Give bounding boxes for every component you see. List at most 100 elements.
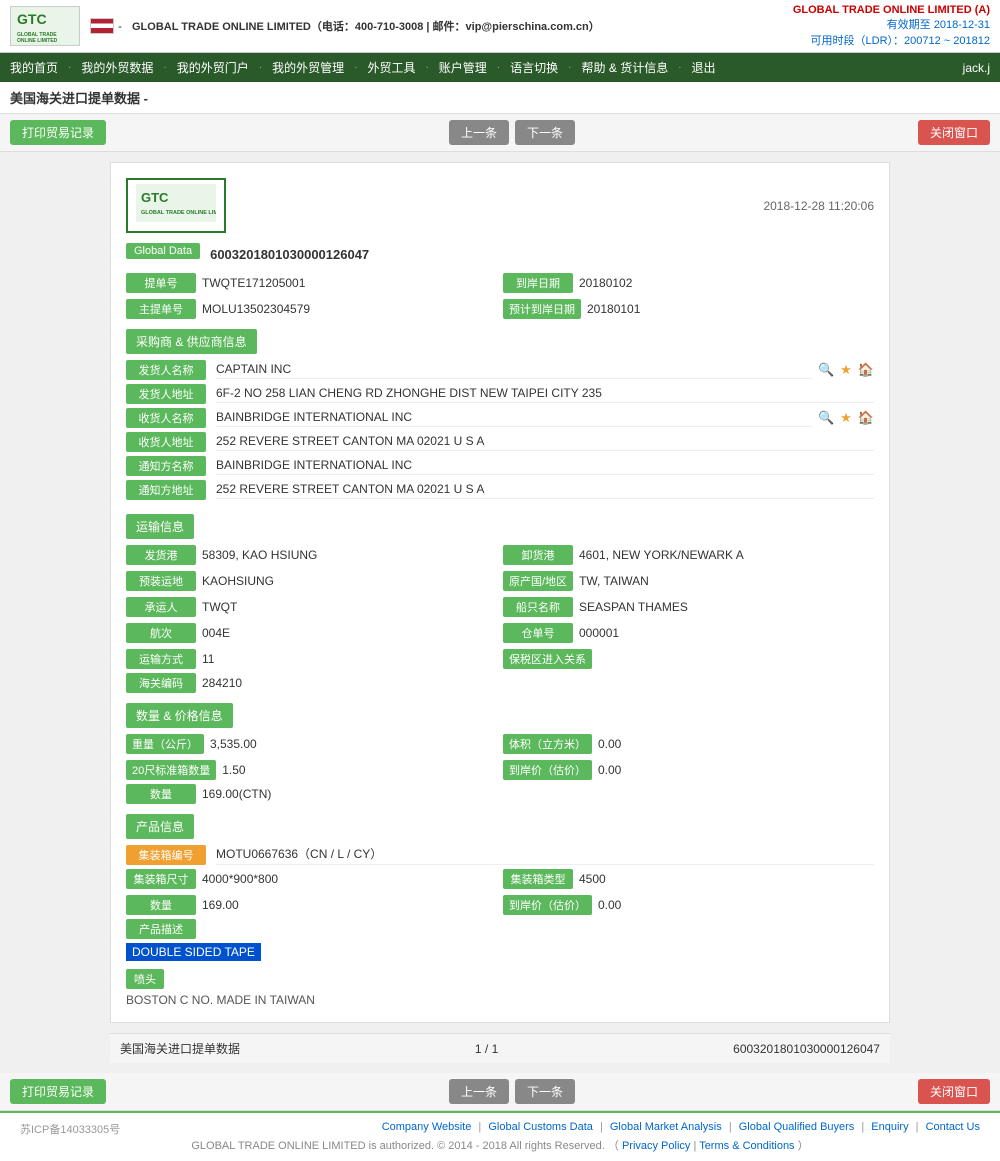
shipper-addr-label: 发货人地址 (126, 384, 206, 404)
container-size-value: 4000*900*800 (202, 872, 278, 886)
star-icon[interactable]: ★ (840, 362, 852, 378)
home-icon[interactable]: 🏠 (858, 362, 874, 378)
page-title-bar: 美国海关进口提单数据 - (0, 82, 1000, 114)
est-arrival-field: 预计到岸日期 20180101 (503, 299, 874, 319)
global-data-badge: Global Data (126, 243, 200, 259)
nav-tools[interactable]: 外贸工具 (357, 53, 425, 82)
container-type-field: 集装箱类型 4500 (503, 869, 874, 889)
container-size-field: 集装箱尺寸 4000*900*800 (126, 869, 497, 889)
bottom-prev-button[interactable]: 上一条 (449, 1079, 509, 1104)
weight-label: 重量（公斤） (126, 734, 204, 754)
logo-image: GTC GLOBAL TRADE ONLINE LIMITED (10, 6, 80, 46)
pagination-source: 美国海关进口提单数据 (120, 1040, 240, 1057)
container-type-value: 4500 (579, 872, 606, 886)
carrier-field: 承运人 TWQT (126, 597, 497, 617)
storage-no-label: 仓单号 (503, 623, 573, 643)
bottom-print-button[interactable]: 打印贸易记录 (10, 1079, 106, 1104)
notify-name-row: 通知方名称 BAINBRIDGE INTERNATIONAL INC (126, 456, 874, 476)
footer-link-company[interactable]: Company Website (382, 1121, 472, 1133)
nav-help[interactable]: 帮助 & 货计信息 (572, 53, 679, 82)
nav-exit[interactable]: 退出 (682, 53, 726, 82)
bill-no-field: 提单号 TWQTE171205001 (126, 273, 497, 293)
nav-account[interactable]: 账户管理 (429, 53, 497, 82)
pagination-page: 1 / 1 (475, 1042, 498, 1056)
nav-home[interactable]: 我的首页 (0, 53, 68, 82)
bottom-close-button[interactable]: 关闭窗口 (918, 1079, 990, 1104)
voyage-field: 航次 004E (126, 623, 497, 643)
product-quantity-value: 169.00 (202, 898, 239, 912)
footer-link-customs[interactable]: Global Customs Data (488, 1121, 593, 1133)
consignee-star-icon[interactable]: ★ (840, 410, 852, 426)
svg-text:ONLINE LIMITED: ONLINE LIMITED (17, 38, 58, 44)
nav-trade-portal[interactable]: 我的外贸门户 (167, 53, 259, 82)
consignee-home-icon[interactable]: 🏠 (858, 410, 874, 426)
nav-bar: 我的首页 · 我的外贸数据 · 我的外贸门户 · 我的外贸管理 · 外贸工具 ·… (0, 53, 1000, 82)
arrival-date-field: 到岸日期 20180102 (503, 273, 874, 293)
print-button[interactable]: 打印贸易记录 (10, 120, 106, 145)
notify-addr-row: 通知方地址 252 REVERE STREET CANTON MA 02021 … (126, 480, 874, 500)
transport-fields: 发货港 58309, KAO HSIUNG 卸货港 4601, NEW YORK… (126, 545, 874, 669)
unit-price-value: 0.00 (598, 763, 621, 777)
origin-region-field: 原产国/地区 TW, TAIWAN (503, 571, 874, 591)
quantity-price-header: 数量 & 价格信息 (126, 703, 233, 728)
global-data-row: Global Data 6003201801030000126047 (126, 243, 874, 265)
nav-language[interactable]: 语言切换 (500, 53, 568, 82)
record-header: GTC GLOBAL TRADE ONLINE LIMITED 2018-12-… (126, 178, 874, 233)
prev-button[interactable]: 上一条 (449, 120, 509, 145)
product-quantity-label: 数量 (126, 895, 196, 915)
buyer-supplier-section: 采购商 & 供应商信息 发货人名称 CAPTAIN INC 🔍 ★ 🏠 发货人地… (126, 319, 874, 500)
unit-price-field: 到岸价（估价） 0.00 (503, 760, 874, 780)
flag-separator: - (118, 19, 122, 33)
nav-trade-mgmt[interactable]: 我的外贸管理 (262, 53, 354, 82)
transport-mode-label: 运输方式 (126, 649, 196, 669)
next-button[interactable]: 下一条 (515, 120, 575, 145)
arrival-date-value: 20180102 (579, 276, 632, 290)
buyer-supplier-header: 采购商 & 供应商信息 (126, 329, 257, 354)
footer-link-buyers[interactable]: Global Qualified Buyers (739, 1121, 855, 1133)
arrival-price-field: 到岸价（估价） 0.00 (503, 895, 874, 915)
product-header: 产品信息 (126, 814, 194, 839)
account-info: GLOBAL TRADE ONLINE LIMITED (A) 有效期至 201… (793, 4, 990, 48)
master-bill-field: 主提单号 MOLU13502304579 (126, 299, 497, 319)
footer-privacy-link[interactable]: Privacy Policy (622, 1140, 690, 1152)
svg-text:GLOBAL TRADE ONLINE LIMITED: GLOBAL TRADE ONLINE LIMITED (141, 210, 216, 216)
arrival-price-value: 0.00 (598, 898, 621, 912)
footer-link-enquiry[interactable]: Enquiry (871, 1121, 908, 1133)
container-no-value: MOTU0667636（CN / L / CY） (216, 845, 874, 865)
consignee-addr-label: 收货人地址 (126, 432, 206, 452)
pre-transport-label: 预装运地 (126, 571, 196, 591)
footer-terms-link[interactable]: Terms & Conditions (699, 1140, 794, 1152)
container-no-row: 集装箱编号 MOTU0667636（CN / L / CY） (126, 845, 874, 865)
nav-trade-data[interactable]: 我的外贸数据 (71, 53, 163, 82)
consignee-addr-row: 收货人地址 252 REVERE STREET CANTON MA 02021 … (126, 432, 874, 452)
bottom-toolbar: 打印贸易记录 上一条 下一条 关闭窗口 (0, 1073, 1000, 1111)
notify-addr-label: 通知方地址 (126, 480, 206, 500)
pagination-bar: 美国海关进口提单数据 1 / 1 6003201801030000126047 (110, 1033, 890, 1063)
close-button[interactable]: 关闭窗口 (918, 120, 990, 145)
std20-value: 1.50 (222, 763, 245, 777)
arrival-port-label: 卸货港 (503, 545, 573, 565)
transport-mode-value: 11 (202, 652, 214, 666)
user-name[interactable]: jack.j (953, 55, 1000, 81)
transport-header: 运输信息 (126, 514, 194, 539)
bonded-label: 保税区进入关系 (503, 649, 592, 669)
bottom-next-button[interactable]: 下一条 (515, 1079, 575, 1104)
icp-number: 苏ICP备14033305号 (20, 1121, 120, 1137)
departure-port-value: 58309, KAO HSIUNG (202, 548, 317, 562)
main-content: GTC GLOBAL TRADE ONLINE LIMITED 2018-12-… (100, 152, 900, 1073)
shipper-name-value: CAPTAIN INC (216, 362, 812, 379)
notify-name-value: BAINBRIDGE INTERNATIONAL INC (216, 458, 874, 475)
footer-link-market[interactable]: Global Market Analysis (610, 1121, 722, 1133)
vessel-name-label: 船只名称 (503, 597, 573, 617)
search-icon[interactable]: 🔍 (818, 362, 834, 378)
master-bill-value: MOLU13502304579 (202, 302, 310, 316)
footer-link-contact[interactable]: Contact Us (926, 1121, 980, 1133)
shipper-name-label: 发货人名称 (126, 360, 206, 380)
arrival-port-value: 4601, NEW YORK/NEWARK A (579, 548, 744, 562)
transport-section: 运输信息 发货港 58309, KAO HSIUNG 卸货港 4601, NEW… (126, 504, 874, 693)
customs-code-field: 海关编码 284210 (126, 673, 874, 693)
consignee-search-icon[interactable]: 🔍 (818, 410, 834, 426)
shipper-name-row: 发货人名称 CAPTAIN INC 🔍 ★ 🏠 (126, 360, 874, 380)
notify-name-label: 通知方名称 (126, 456, 206, 476)
quantity-price-fields: 重量（公斤） 3,535.00 体积（立方米） 0.00 20尺标准箱数量 1.… (126, 734, 874, 780)
